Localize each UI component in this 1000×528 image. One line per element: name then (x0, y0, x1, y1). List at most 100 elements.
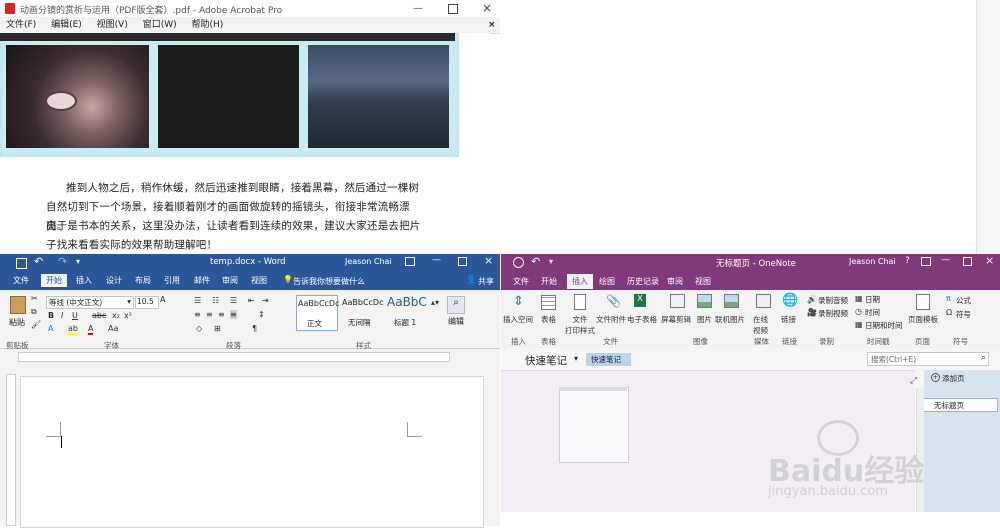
doc-close-icon[interactable]: × (488, 17, 496, 33)
tab-insert[interactable]: 插入 (567, 274, 593, 289)
maximize-icon[interactable] (458, 257, 467, 266)
minimize-icon[interactable]: — (432, 255, 441, 265)
online-picture-icon[interactable] (724, 294, 739, 308)
text-effects-icon[interactable]: A (48, 324, 53, 333)
tab-file[interactable]: 文件 (513, 276, 529, 287)
attachment-icon[interactable]: 📎 (606, 294, 621, 308)
bold-icon[interactable]: B (48, 311, 54, 320)
paste-button[interactable]: 粘贴 (9, 317, 25, 328)
add-page-button[interactable]: 添加页 (942, 373, 965, 384)
line-spacing-icon[interactable]: ↕ (258, 310, 265, 319)
page-list-item[interactable]: 无标题页 (919, 398, 998, 412)
online-picture-button[interactable]: 联机图片 (715, 314, 745, 325)
record-audio-icon[interactable]: 🔊 (807, 295, 817, 304)
record-audio-button[interactable]: 录制音频 (818, 295, 848, 306)
subscript-icon[interactable]: x₂ (112, 311, 120, 320)
cut-icon[interactable]: ✂ (31, 294, 38, 303)
maximize-icon[interactable] (963, 257, 972, 266)
picture-button[interactable]: 图片 (697, 314, 712, 325)
decrease-indent-icon[interactable]: ⇤ (248, 296, 255, 305)
file-printout-button[interactable]: 文件 打印样式 (565, 314, 595, 336)
align-left-icon[interactable]: ≡ (194, 310, 201, 319)
style-normal[interactable]: AaBbCcDc 正文 (296, 295, 339, 331)
link-icon[interactable]: 🌐 (782, 293, 798, 308)
change-case-icon[interactable]: Aa (108, 324, 118, 333)
underline-icon[interactable]: U (72, 311, 78, 320)
multilevel-list-icon[interactable]: ☰ (230, 296, 237, 305)
tab-insert[interactable]: 插入 (76, 275, 92, 286)
ribbon-display-icon[interactable] (921, 257, 931, 266)
tab-design[interactable]: 设计 (106, 275, 122, 286)
tab-view[interactable]: 视图 (251, 275, 267, 286)
tab-review[interactable]: 审阅 (222, 275, 238, 286)
format-painter-icon[interactable]: 🖌 (31, 320, 41, 329)
bullets-icon[interactable]: ☰ (194, 296, 201, 305)
date-time-icon[interactable]: ▦ (855, 320, 863, 329)
tab-home[interactable]: 开始 (41, 274, 67, 287)
help-icon[interactable]: ? (905, 256, 910, 266)
font-color-icon[interactable]: A (88, 324, 94, 335)
equation-button[interactable]: 公式 (956, 295, 971, 306)
tab-history[interactable]: 历史记录 (627, 276, 659, 287)
show-marks-icon[interactable]: ¶ (252, 324, 257, 333)
record-video-button[interactable]: 录制视频 (818, 308, 848, 319)
horizontal-ruler[interactable] (18, 352, 450, 362)
close-icon[interactable]: × (985, 254, 994, 267)
tab-review[interactable]: 审阅 (667, 276, 683, 287)
tab-layout[interactable]: 布局 (135, 275, 151, 286)
minimize-icon[interactable]: — (941, 255, 950, 265)
date-button[interactable]: 日期 (865, 294, 880, 305)
grow-font-icon[interactable]: A (160, 295, 165, 304)
tab-mailings[interactable]: 邮件 (194, 275, 210, 286)
increase-indent-icon[interactable]: ⇥ (262, 296, 269, 305)
tab-draw[interactable]: 绘图 (599, 276, 615, 287)
menu-view[interactable]: 视图(V) (97, 17, 128, 33)
screen-clip-button[interactable]: 屏幕剪辑 (661, 314, 691, 325)
maximize-icon[interactable] (448, 4, 458, 14)
font-name-select[interactable]: 等线 (中文正文) ▾ (46, 296, 134, 309)
tell-me-input[interactable]: 告诉我你想要做什么 (293, 276, 365, 287)
online-video-icon[interactable] (756, 294, 771, 308)
italic-icon[interactable]: I (61, 311, 63, 320)
section-tab[interactable]: 快速笔记 (586, 353, 631, 366)
edit-button[interactable]: 编辑 (448, 316, 464, 327)
expand-icon[interactable]: ⤢ (910, 376, 917, 386)
share-button[interactable]: 共享 (478, 276, 494, 287)
close-icon[interactable]: × (482, 1, 492, 15)
menu-edit[interactable]: 编辑(E) (51, 17, 82, 33)
chevron-down-icon[interactable]: ▾ (574, 354, 578, 363)
page-template-button[interactable]: 页面模板 (908, 314, 938, 325)
save-icon[interactable] (16, 258, 27, 269)
tab-file[interactable]: 文件 (13, 275, 29, 286)
date-time-button[interactable]: 日期和时间 (865, 320, 903, 331)
shading-icon[interactable]: ◇ (196, 324, 202, 333)
file-printout-icon[interactable] (574, 294, 586, 310)
file-attachment-button[interactable]: 文件附件 (596, 314, 626, 325)
picture-icon[interactable] (697, 294, 712, 308)
paste-icon[interactable] (10, 296, 26, 314)
note-container[interactable] (559, 387, 629, 463)
font-size-select[interactable]: 10.5 (135, 296, 159, 309)
ribbon-display-icon[interactable] (405, 257, 415, 266)
undo-icon[interactable]: ↶ (531, 255, 540, 268)
notebook-dropdown[interactable]: 快速笔记 (525, 353, 567, 368)
screen-clip-icon[interactable] (670, 294, 685, 308)
link-button[interactable]: 链接 (781, 314, 796, 325)
word-user[interactable]: Jeason Chai (345, 257, 392, 266)
table-button[interactable]: 表格 (541, 314, 556, 325)
highlight-icon[interactable]: ab (68, 324, 78, 335)
copy-icon[interactable]: ⧉ (31, 307, 37, 317)
spreadsheet-button[interactable]: 电子表格 (627, 314, 657, 325)
search-input[interactable]: 搜索(Ctrl+E) ⌕ (867, 352, 989, 366)
qat-more-icon[interactable]: ▾ (76, 257, 80, 266)
superscript-icon[interactable]: x² (124, 311, 132, 320)
insert-space-button[interactable]: 插入空间 (503, 314, 533, 325)
tab-references[interactable]: 引用 (164, 275, 180, 286)
word-page[interactable] (20, 376, 484, 528)
onenote-user[interactable]: Jeason Chai (849, 257, 896, 266)
time-button[interactable]: 时间 (865, 307, 880, 318)
back-icon[interactable] (513, 257, 524, 268)
record-video-icon[interactable]: 🎥 (807, 308, 817, 317)
redo-icon[interactable]: ↷ (58, 255, 67, 268)
numbering-icon[interactable]: ☷ (212, 296, 219, 305)
